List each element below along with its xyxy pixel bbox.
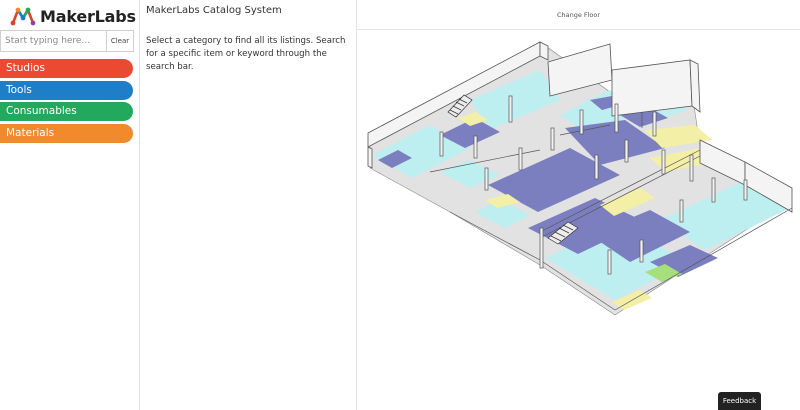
listing-panel: MakerLabs Catalog System Select a catego… (140, 0, 357, 410)
category-studios[interactable]: Studios (0, 59, 133, 78)
change-floor-button[interactable]: Change Floor (557, 11, 600, 19)
category-tools[interactable]: Tools (0, 80, 133, 100)
floor-plan[interactable] (357, 30, 800, 410)
feedback-button[interactable]: Feedback (718, 392, 761, 410)
category-materials[interactable]: Materials (0, 123, 133, 143)
brand[interactable]: MakerLabs (10, 4, 136, 28)
search-bar: Clear (0, 30, 134, 52)
map-panel: Change Floor (357, 0, 800, 410)
instructions-text: Select a category to find all its listin… (146, 36, 346, 72)
page-title: MakerLabs Catalog System (146, 5, 282, 16)
map-header: Change Floor (357, 0, 800, 30)
category-list: Studios Tools Consumables Materials (0, 59, 133, 145)
sidebar: MakerLabs Clear Studios Tools Consumable… (0, 0, 140, 410)
brand-name: MakerLabs (40, 6, 136, 26)
search-input[interactable] (0, 30, 107, 52)
category-consumables[interactable]: Consumables (0, 102, 133, 121)
clear-button[interactable]: Clear (107, 30, 134, 52)
makerlabs-logo-icon (10, 7, 36, 26)
